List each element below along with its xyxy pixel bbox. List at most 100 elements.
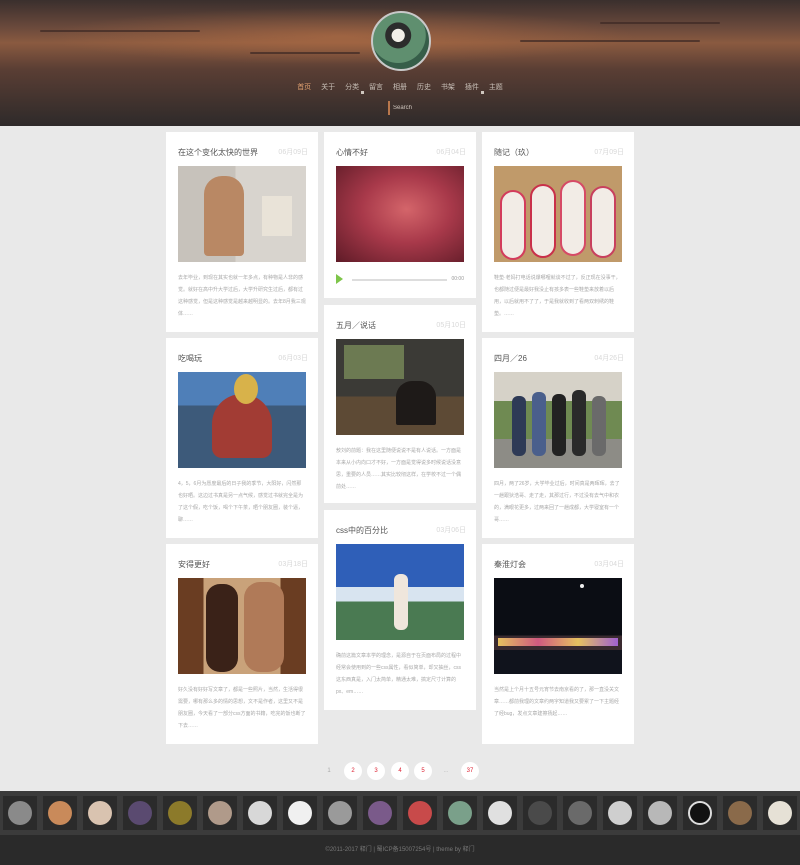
page-link[interactable]: 4 xyxy=(391,762,409,780)
post-title[interactable]: css中的百分比 xyxy=(336,525,388,536)
post-date: 06月03日 xyxy=(278,355,308,362)
post-title[interactable]: 安得更好 xyxy=(178,559,210,570)
post-date: 05月10日 xyxy=(436,322,466,329)
friend-avatar-link[interactable] xyxy=(43,796,77,830)
post-title[interactable]: 心情不好 xyxy=(336,147,368,158)
friend-avatar-link[interactable] xyxy=(403,796,437,830)
friend-avatar-link[interactable] xyxy=(3,796,37,830)
footer-copyright: ©2011-2017 释门 | 蜀ICP备15007254号 | theme b… xyxy=(0,835,800,865)
insole-shape xyxy=(500,190,526,260)
insole-shape xyxy=(530,184,556,258)
page-ellipsis: ... xyxy=(443,768,449,774)
post-card[interactable]: 随记（玖） 07月09日 鞋垫·老妈打电话说爆哪哩就谈不过了，反正现在没事干，也… xyxy=(482,132,634,332)
post-excerpt: 鞋垫·老妈打电话说爆哪哩就谈不过了，反正现在没事干，也都随过便是最好我没止有孩多… xyxy=(494,275,621,317)
friend-avatar-link[interactable] xyxy=(123,796,157,830)
avatar xyxy=(488,801,512,825)
page-link[interactable]: 5 xyxy=(414,762,432,780)
post-card[interactable]: 五月／说话 05月10日 敖刘的前题：我在这里随便说说不是有人说话。一方面是本来… xyxy=(324,305,476,503)
friend-avatar-link[interactable] xyxy=(643,796,677,830)
post-date: 04月26日 xyxy=(594,355,624,362)
site-header: 首页 关于 分类 留言 相册 历史 书架 插件 主题 xyxy=(0,0,800,126)
avatar xyxy=(328,801,352,825)
nav-item-category[interactable]: 分类 xyxy=(345,82,365,94)
person-silhouette xyxy=(592,396,606,456)
post-card[interactable]: 四月／26 04月26日 四月，两了26岁，大学毕业过后，时间真是两晖晖，去了一… xyxy=(482,338,634,538)
friend-avatar-link[interactable] xyxy=(243,796,277,830)
insole-shape xyxy=(590,186,616,258)
nav-item-theme[interactable]: 主题 xyxy=(489,82,503,92)
post-thumbnail[interactable] xyxy=(494,372,622,468)
post-card[interactable]: 秦淮灯会 03月04日 当然是上个月十五号元宵节去南京看的了，那一直没关文章……… xyxy=(482,544,634,744)
nav-item-album[interactable]: 相册 xyxy=(393,82,407,92)
post-title[interactable]: 五月／说话 xyxy=(336,320,376,331)
post-card[interactable]: 在这个变化太快的世界 06月09日 去年毕业，到现在其实也就一年多点，有种物是人… xyxy=(166,132,318,332)
friend-avatar-link[interactable] xyxy=(83,796,117,830)
avatar xyxy=(568,801,592,825)
post-thumbnail[interactable] xyxy=(178,166,306,262)
post-card[interactable]: css中的百分比 03月06日 确前这篇文章本学的理念，是源自于在页面布局的过程… xyxy=(324,510,476,710)
post-title[interactable]: 秦淮灯会 xyxy=(494,559,526,570)
post-thumbnail[interactable] xyxy=(494,578,622,674)
post-title[interactable]: 随记（玖） xyxy=(494,147,534,158)
post-card[interactable]: 安得更好 03月18日 好久没有好好写文章了，都是一些照片，当然，生活得很需要，… xyxy=(166,544,318,744)
post-card[interactable]: 心情不好 06月04日 00:00 xyxy=(324,132,476,298)
person-silhouette xyxy=(572,390,586,456)
avatar xyxy=(528,801,552,825)
post-title[interactable]: 吃喝玩 xyxy=(178,353,202,364)
main-nav: 首页 关于 分类 留言 相册 历史 书架 插件 主题 xyxy=(0,82,800,94)
play-icon[interactable] xyxy=(336,274,343,284)
avatar xyxy=(208,801,232,825)
nav-item-history[interactable]: 历史 xyxy=(417,82,431,92)
girl-silhouette xyxy=(394,574,408,630)
friend-avatar-link[interactable] xyxy=(483,796,517,830)
nav-item-about[interactable]: 关于 xyxy=(321,82,335,92)
lantern-lights xyxy=(498,638,618,646)
dropdown-icon xyxy=(480,91,484,94)
page-link[interactable]: 2 xyxy=(344,762,362,780)
friend-avatar-link[interactable] xyxy=(603,796,637,830)
friend-avatar-link[interactable] xyxy=(163,796,197,830)
card-header: 四月／26 04月26日 xyxy=(482,338,634,375)
post-date: 03月06日 xyxy=(436,527,466,534)
friend-avatar-link[interactable] xyxy=(323,796,357,830)
friend-avatar-link[interactable] xyxy=(443,796,477,830)
post-thumbnail[interactable] xyxy=(336,166,464,262)
person-silhouette xyxy=(206,584,238,672)
post-title[interactable]: 四月／26 xyxy=(494,353,527,364)
page-number-current: 1 xyxy=(327,768,331,774)
page-link[interactable]: 3 xyxy=(367,762,385,780)
avatar xyxy=(608,801,632,825)
post-thumbnail[interactable] xyxy=(178,372,306,468)
friend-avatar-link[interactable] xyxy=(363,796,397,830)
audio-progress-bar[interactable] xyxy=(352,279,447,281)
post-thumbnail[interactable] xyxy=(336,339,464,435)
search-input[interactable] xyxy=(390,101,468,115)
post-card[interactable]: 吃喝玩 06月03日 4，5，6月为愿度最后的日子我的季节，大阳好，闪然那也好晒… xyxy=(166,338,318,538)
nav-item-home[interactable]: 首页 xyxy=(297,82,311,92)
friend-avatar-link[interactable] xyxy=(523,796,557,830)
nav-item-plugins[interactable]: 插件 xyxy=(465,82,484,94)
post-thumbnail[interactable] xyxy=(494,166,622,262)
post-title[interactable]: 在这个变化太快的世界 xyxy=(178,147,258,158)
card-header: css中的百分比 03月06日 xyxy=(324,510,476,547)
nav-item-bookshelf[interactable]: 书架 xyxy=(441,82,455,92)
friend-avatar-link[interactable] xyxy=(723,796,757,830)
page-link-last[interactable]: 37 xyxy=(461,762,479,780)
nav-item-guestbook[interactable]: 留言 xyxy=(369,82,383,92)
post-thumbnail[interactable] xyxy=(178,578,306,674)
cloud-streak xyxy=(250,52,360,54)
friend-avatar-link[interactable] xyxy=(763,796,797,830)
card-header: 五月／说话 05月10日 xyxy=(324,305,476,342)
post-excerpt: 4，5，6月为愿度最后的日子我的季节，大阳好，闪然那也好晒。这边过书真是另一点气… xyxy=(178,481,304,523)
site-avatar[interactable] xyxy=(371,11,431,71)
friend-avatar-link[interactable] xyxy=(563,796,597,830)
avatar xyxy=(248,801,272,825)
friend-avatar-link[interactable] xyxy=(283,796,317,830)
pineapple-shape xyxy=(234,374,258,404)
friend-avatar-link[interactable] xyxy=(683,796,717,830)
friend-avatar-link[interactable] xyxy=(203,796,237,830)
search-box xyxy=(388,101,468,115)
post-thumbnail[interactable] xyxy=(336,544,464,640)
grilled-meat-shape xyxy=(212,394,272,458)
avatar xyxy=(768,801,792,825)
